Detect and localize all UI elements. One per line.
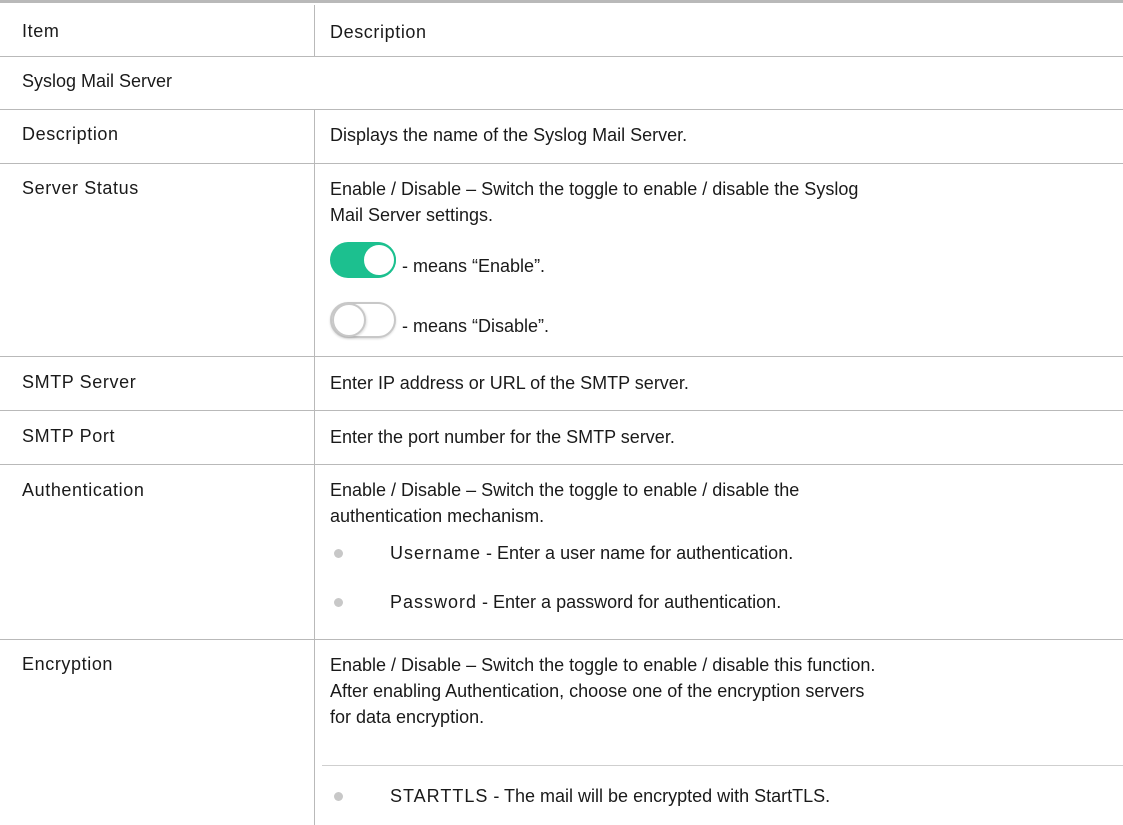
row-divider [0,356,1123,357]
row-item-authentication: Authentication [22,480,145,500]
header-item: Item [22,21,60,41]
row-text-smtp-server: Enter IP address or URL of the SMTP serv… [330,373,689,393]
encryption-line1: Enable / Disable – Switch the toggle to … [330,655,876,675]
row-text-smtp-port: Enter the port number for the SMTP serve… [330,427,675,447]
bullet-text: - Enter a password for authentication. [477,592,782,612]
row-text-encryption: Enable / Disable – Switch the toggle to … [330,652,1050,730]
row-divider [0,410,1123,411]
row-divider [0,639,1123,640]
table-top-rule [0,0,1123,3]
bullet-text: - Enter a user name for authentication. [481,543,794,563]
row-text-server-status: Enable / Disable – Switch the toggle to … [330,176,1050,228]
toggle-enable-example: - means “Enable”. [330,240,545,280]
section-title: Syslog Mail Server [22,71,173,91]
row-divider [0,464,1123,465]
toggle-disable-text: - means “Disable”. [402,316,550,336]
encryption-line3: for data encryption. [330,707,485,727]
row-divider [0,56,1123,57]
encryption-line2: After enabling Authentication, choose on… [330,681,865,701]
authentication-line1: Enable / Disable – Switch the toggle to … [330,480,800,500]
toggle-disable-example: - means “Disable”. [330,300,549,340]
row-item-description: Description [22,124,119,144]
toggle-on-icon [330,240,398,280]
row-text-authentication: Enable / Disable – Switch the toggle to … [330,477,1050,529]
toggle-enable-text: - means “Enable”. [402,256,546,276]
bullet-term: Username [390,543,482,563]
authentication-line2: authentication mechanism. [330,506,545,526]
row-divider [0,109,1123,110]
row-item-smtp-server: SMTP Server [22,372,137,392]
column-divider [314,109,315,825]
bullet-term: STARTTLS [390,786,489,806]
row-divider [0,163,1123,164]
header-description: Description [330,22,427,42]
bullet-icon [334,792,343,801]
bullet-icon [334,598,343,607]
server-status-line1: Enable / Disable – Switch the toggle to … [330,179,859,199]
column-divider [314,5,315,56]
row-text-description: Displays the name of the Syslog Mail Ser… [330,125,688,145]
row-item-server-status: Server Status [22,178,139,198]
row-item-encryption: Encryption [22,654,114,674]
row-item-smtp-port: SMTP Port [22,426,116,446]
bullet-term: Password [390,592,478,612]
bullet-icon [334,549,343,558]
bullet-text: - The mail will be encrypted with StartT… [488,786,831,806]
toggle-off-icon [330,300,398,340]
row-divider [322,765,1123,766]
server-status-line2: Mail Server settings. [330,205,494,225]
